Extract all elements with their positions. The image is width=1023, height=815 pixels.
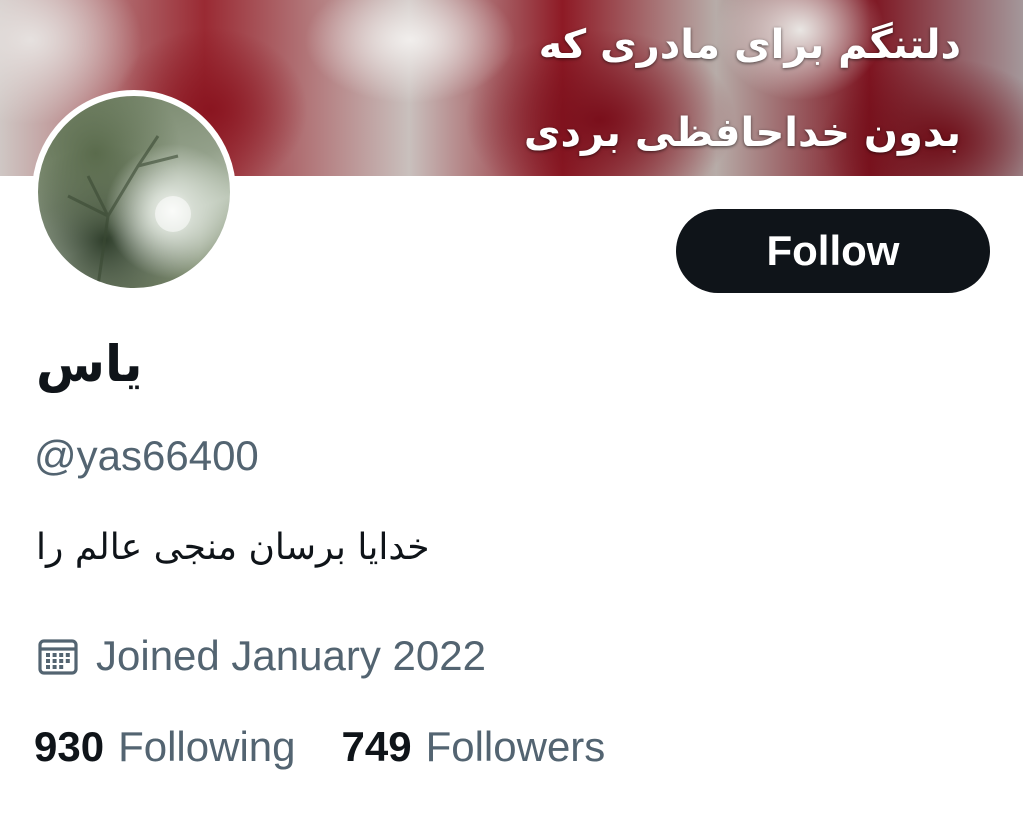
joined-text: Joined January 2022: [96, 632, 486, 679]
banner-text-line-1: دلتنگم برای مادری که: [538, 22, 961, 68]
following-link[interactable]: 930 Following: [34, 723, 296, 771]
avatar-tree-image: [67, 135, 191, 287]
joined-date: Joined January 2022: [34, 628, 486, 684]
followers-label: Followers: [425, 723, 606, 770]
calendar-icon: [34, 632, 82, 680]
user-handle: @yas66400: [34, 432, 259, 479]
followers-count: 749: [341, 723, 412, 770]
following-label: Following: [118, 723, 296, 770]
display-name: یاس: [36, 335, 143, 393]
avatar[interactable]: [32, 90, 236, 294]
follow-button[interactable]: Follow: [676, 209, 990, 293]
bio: خدایا برسان منجی عالم را: [36, 527, 430, 568]
followers-link[interactable]: 749 Followers: [342, 723, 606, 771]
follow-stats: 930 Following 749 Followers: [34, 723, 605, 771]
following-count: 930: [34, 723, 105, 770]
banner-text-line-2: بدون خداحافظی بردی: [523, 110, 961, 156]
